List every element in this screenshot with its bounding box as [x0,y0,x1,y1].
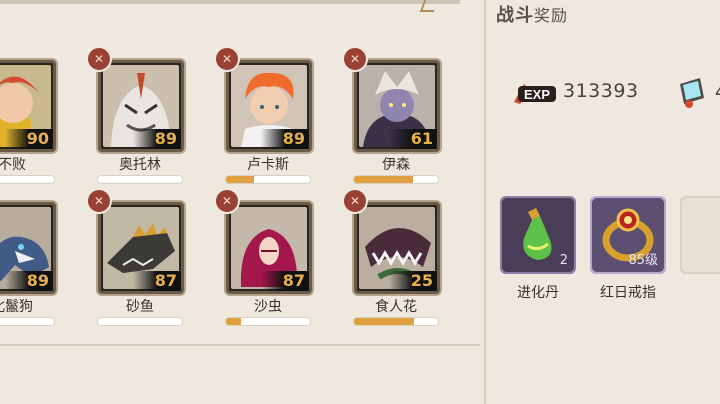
item-frame: 85级 [592,198,664,272]
panel-divider [484,0,486,404]
hero-name: 砂鱼 [126,299,154,315]
item-slot[interactable]: 85级 [590,196,666,274]
hero-level: 87 [261,271,309,291]
hero-progress-bar [354,176,438,183]
hero-level: 89 [133,129,181,149]
hero-portrait-frame: 87 [98,202,184,294]
reward-title-main: 战斗 [496,5,534,26]
hero-name: 不败 [0,157,26,173]
hero-level: 89 [261,129,309,149]
class-badge-icon: ✕ [86,188,112,214]
item-count: 85级 [628,253,658,268]
hero-name: 卢卡斯 [247,157,289,173]
class-badge-icon: ✕ [342,46,368,72]
hero-progress-bar [354,318,438,325]
hero-level: 90 [5,129,53,149]
hero-portrait-frame: 89 [226,60,312,152]
class-badge-icon: ✕ [214,188,240,214]
hero-name: 伊森 [382,157,410,173]
hero-progress-fill [226,176,254,183]
hero-portrait-frame: 89 [0,202,56,294]
hero-progress-bar [0,318,54,325]
hero-level: 25 [389,271,437,291]
item-name: 进化丹 [517,285,559,301]
hero-portrait-frame: 89 [98,60,184,152]
exp-label: EXP [524,87,550,102]
hero-progress-bar [98,318,182,325]
empty-item-slot[interactable] [680,196,720,274]
item-name: 红日戒指 [600,285,656,301]
reward-title-suffix: 奖励 [534,6,569,25]
hero-name: 北鬣狗 [0,299,33,315]
item-slot[interactable]: 2 [500,196,576,274]
hero-portrait-frame: 61 [354,60,440,152]
item-frame: 2 [502,198,574,272]
hero-progress-fill [354,176,413,183]
hero-progress-bar [98,176,182,183]
hero-level: 61 [389,129,437,149]
bottom-edge [0,344,480,346]
hero-name: 食人花 [375,299,417,315]
item-count: 2 [559,253,568,268]
hero-portrait-frame: 87 [226,202,312,294]
hero-progress-bar [0,176,54,183]
top-edge [0,0,460,4]
hero-level: 89 [5,271,53,291]
hero-name: 奥托林 [119,157,161,173]
hero-progress-bar [226,176,310,183]
hero-portrait-frame: 25 [354,202,440,294]
class-badge-icon: ✕ [86,46,112,72]
hero-progress-fill [226,318,242,325]
class-badge-icon: ✕ [214,46,240,72]
item-frame [682,198,720,272]
hero-progress-bar [226,318,310,325]
second-reward-value: 4 [715,82,720,103]
hero-name: 沙虫 [254,299,282,315]
top-notch-decor [419,0,439,12]
hero-progress-fill [354,318,415,325]
class-badge-icon: ✕ [342,188,368,214]
hero-level: 87 [133,271,181,291]
exp-value: 313393 [563,80,639,102]
exp-icon: EXP [514,84,556,104]
hero-portrait-frame: 90 [0,60,56,152]
ticket-icon [680,78,704,108]
reward-title: 战斗奖励 [496,1,568,27]
